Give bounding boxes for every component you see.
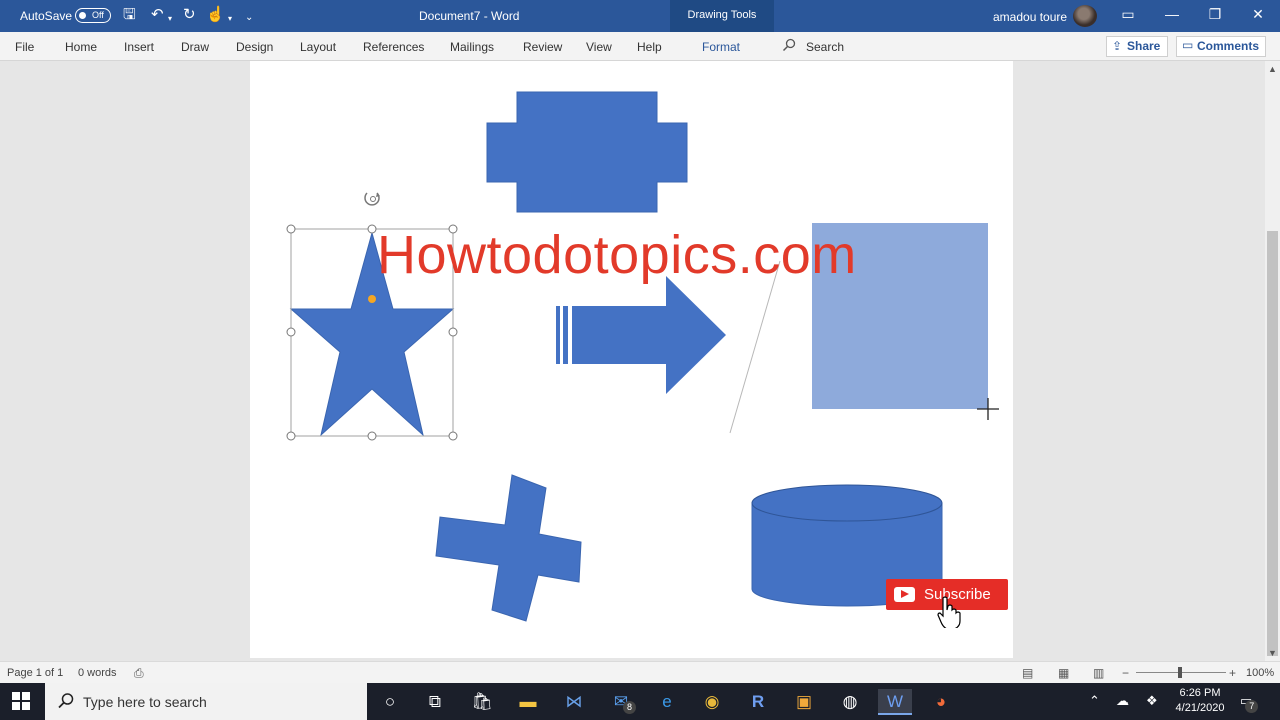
hand-pointer-cursor-icon	[937, 596, 961, 628]
file-explorer-icon[interactable]: ▬	[511, 689, 545, 715]
tab-design[interactable]: Design	[236, 40, 273, 54]
r-studio-icon[interactable]: R	[741, 689, 775, 715]
youtube-play-icon	[894, 587, 915, 602]
save-icon[interactable]: 🖫	[123, 7, 136, 23]
watermark-text: Howtodotopics.com	[377, 225, 857, 285]
drawing-tools-label: Drawing Tools	[670, 0, 774, 32]
tab-references[interactable]: References	[363, 40, 424, 54]
adjust-handle[interactable]	[368, 295, 376, 303]
dropbox-icon[interactable]: ❖	[1146, 693, 1158, 709]
read-mode-icon[interactable]: ▤	[1022, 666, 1033, 680]
taskbar: Type here to search ○ ⧉ 🛍 ▬ ⋈ ✉ 8 e ◉ R ▣…	[0, 683, 1280, 720]
line-shape[interactable]	[729, 260, 781, 434]
search-icon	[58, 693, 74, 709]
close-button[interactable]: ✕	[1248, 6, 1268, 23]
share-button[interactable]: Share	[1106, 36, 1168, 57]
redo-icon[interactable]: ↻	[183, 7, 196, 23]
tab-draw[interactable]: Draw	[181, 40, 209, 54]
document-page[interactable]: Howtodotopics.com	[250, 61, 1013, 658]
minimize-button[interactable]: —	[1162, 6, 1182, 22]
proofing-icon[interactable]: ⎙	[134, 666, 144, 681]
restore-button[interactable]: ❐	[1205, 6, 1225, 23]
firefox-icon[interactable]: ◕	[924, 689, 958, 715]
cortana-icon[interactable]: ○	[373, 689, 407, 715]
ribbon-tabs: File Home Insert Draw Design Layout Refe…	[0, 32, 1280, 61]
obs-icon[interactable]: ◍	[833, 689, 867, 715]
tab-view[interactable]: View	[586, 40, 612, 54]
tab-help[interactable]: Help	[637, 40, 662, 54]
tab-home[interactable]: Home	[65, 40, 97, 54]
ribbon-display-options-icon[interactable]: ▭	[1118, 6, 1138, 23]
word-icon[interactable]: W	[878, 689, 912, 715]
word-count[interactable]: 0 words	[78, 667, 117, 679]
edge-icon[interactable]: e	[650, 689, 684, 715]
customize-qat-icon[interactable]: ⌄	[245, 10, 253, 26]
scroll-up-icon[interactable]: ▲	[1268, 64, 1277, 74]
task-view-icon[interactable]: ⧉	[418, 689, 452, 715]
zoom-level[interactable]: 100%	[1246, 667, 1274, 679]
tab-mailings[interactable]: Mailings	[450, 40, 494, 54]
touch-dropdown-icon[interactable]: ▾	[228, 11, 232, 27]
web-layout-icon[interactable]: ▥	[1093, 666, 1104, 680]
notification-count: 7	[1245, 700, 1259, 713]
autosave-toggle[interactable]: Off	[75, 8, 111, 23]
scroll-thumb[interactable]	[1267, 231, 1278, 656]
user-name[interactable]: amadou toure	[993, 10, 1067, 24]
autosave-label: AutoSave	[20, 9, 73, 23]
zoom-in-icon[interactable]: +	[1229, 666, 1236, 680]
onedrive-icon[interactable]: ☁	[1116, 693, 1129, 709]
visual-studio-icon[interactable]: ⋈	[557, 689, 591, 715]
tell-me-search[interactable]: Search	[806, 40, 844, 54]
rotate-handle-icon[interactable]	[364, 192, 380, 206]
page-info[interactable]: Page 1 of 1	[7, 667, 63, 679]
document-title: Document7 - Word	[419, 9, 520, 23]
tab-review[interactable]: Review	[523, 40, 562, 54]
clock-time: 6:26 PM	[1179, 687, 1221, 699]
app-icon[interactable]: ▣	[787, 689, 821, 715]
vertical-scrollbar[interactable]: ▲ ▼	[1265, 61, 1280, 661]
status-bar: Page 1 of 1 0 words ⎙ ▤ ▦ ▥ − + 100%	[0, 661, 1280, 683]
plaque-shape[interactable]	[486, 91, 688, 213]
avatar[interactable]	[1073, 5, 1097, 27]
undo-icon[interactable]: ↶	[151, 7, 164, 23]
tab-file[interactable]: File	[15, 40, 34, 54]
tab-format[interactable]: Format	[702, 40, 740, 54]
clock-date: 4/21/2020	[1175, 702, 1225, 714]
title-bar: AutoSave Off 🖫 ↶ ▾ ↻ ☝ ▾ ⌄ Document7 - W…	[0, 0, 1280, 32]
document-area: Howtodotopics.com	[0, 61, 1265, 661]
striped-arrow-shape[interactable]	[556, 276, 726, 394]
windows-start-icon[interactable]	[12, 692, 30, 710]
tab-layout[interactable]: Layout	[300, 40, 336, 54]
tab-insert[interactable]: Insert	[124, 40, 154, 54]
comments-button[interactable]: Comments	[1176, 36, 1266, 57]
undo-dropdown-icon[interactable]: ▾	[168, 11, 172, 27]
scroll-down-icon[interactable]: ▼	[1268, 648, 1277, 658]
zoom-slider-knob[interactable]	[1178, 667, 1182, 678]
store-icon[interactable]: 🛍	[465, 689, 499, 715]
show-hidden-icons-icon[interactable]: ⌃	[1089, 693, 1100, 709]
touch-mode-icon[interactable]: ☝	[206, 7, 225, 23]
taskbar-search-placeholder: Type here to search	[83, 694, 207, 710]
mail-icon[interactable]: ✉ 8	[604, 689, 638, 715]
zoom-out-icon[interactable]: −	[1122, 666, 1129, 680]
search-icon[interactable]	[782, 38, 796, 52]
cross-shape[interactable]	[435, 474, 582, 622]
notifications-icon[interactable]: ▭ 7	[1240, 693, 1259, 713]
system-clock[interactable]: 6:26 PM 4/21/2020	[1170, 686, 1230, 716]
mail-badge: 8	[623, 701, 636, 714]
taskbar-search-input[interactable]: Type here to search	[45, 683, 367, 720]
print-layout-icon[interactable]: ▦	[1058, 666, 1069, 680]
chrome-icon[interactable]: ◉	[695, 689, 729, 715]
